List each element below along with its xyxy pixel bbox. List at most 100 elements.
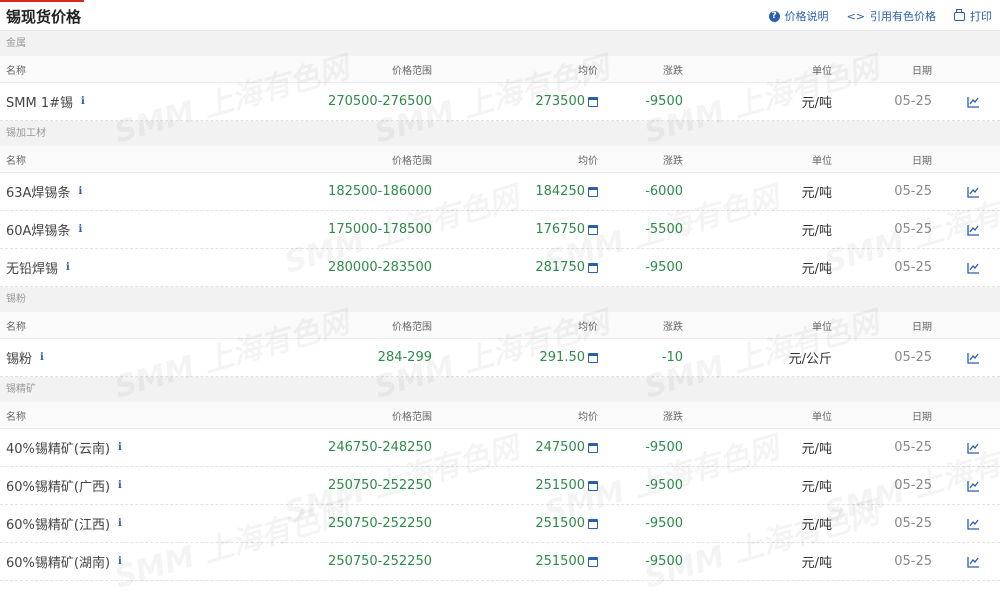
price-unit: 元/吨 — [801, 518, 832, 533]
calendar-icon[interactable] — [588, 186, 598, 197]
price-date: 05-25 — [894, 554, 932, 569]
price-range: 270500-276500 — [328, 94, 432, 109]
column-unit-header: 单位 — [812, 155, 832, 167]
price-change: -10 — [661, 350, 683, 365]
trend-chart-icon[interactable] — [967, 467, 980, 504]
price-date: 05-25 — [894, 516, 932, 531]
price-unit: 元/吨 — [801, 186, 832, 201]
trend-chart-icon[interactable] — [967, 249, 980, 286]
price-date: 05-25 — [894, 222, 932, 237]
table-row: 无铅焊锡 i 280000-283500 281750 -9500 元/吨 05-25 — [0, 249, 1000, 287]
price-date: 05-25 — [894, 184, 932, 199]
column-header-row: 名称 价格范围 均价 涨跌 单位 日期 — [0, 146, 1000, 173]
column-date-header: 日期 — [912, 155, 932, 167]
product-name: 锡粉 — [6, 352, 33, 367]
price-unit: 元/吨 — [801, 224, 832, 239]
product-name: 无铅焊锡 — [6, 262, 59, 277]
cite-price-link[interactable]: <> 引用有色价格 — [847, 8, 936, 24]
average-price-cell: 184250 — [535, 173, 598, 210]
column-date-header: 日期 — [912, 321, 932, 333]
price-range: 250750-252250 — [328, 554, 432, 569]
average-price: 291.50 — [539, 350, 586, 365]
average-price: 184250 — [535, 184, 585, 199]
print-link[interactable]: 打印 — [954, 8, 992, 24]
product-name-cell: 60%锡精矿(江西) i — [6, 505, 122, 542]
info-icon[interactable]: i — [78, 186, 82, 197]
title-accent-bar — [0, 0, 84, 2]
price-date: 05-25 — [894, 478, 932, 493]
average-price: 251500 — [535, 554, 585, 569]
price-change: -9500 — [645, 260, 683, 275]
info-icon[interactable]: i — [66, 262, 70, 273]
column-date-header: 日期 — [912, 411, 932, 423]
price-unit: 元/吨 — [801, 556, 832, 571]
calendar-icon[interactable] — [588, 442, 598, 453]
column-unit-header: 单位 — [812, 411, 832, 423]
product-name: 60A焊锡条 — [6, 224, 71, 239]
calendar-icon[interactable] — [588, 518, 598, 529]
calendar-icon[interactable] — [588, 96, 598, 107]
trend-chart-icon[interactable] — [967, 339, 980, 376]
price-explanation-link[interactable]: ? 价格说明 — [768, 8, 829, 24]
trend-chart-icon[interactable] — [967, 505, 980, 542]
header-actions: ? 价格说明 <> 引用有色价格 打印 — [768, 8, 992, 24]
trend-chart-icon[interactable] — [967, 543, 980, 580]
price-range: 182500-186000 — [328, 184, 432, 199]
price-unit: 元/吨 — [801, 480, 832, 495]
info-icon[interactable]: i — [40, 352, 44, 363]
average-price: 273500 — [535, 94, 585, 109]
table-row: 63A焊锡条 i 182500-186000 184250 -6000 元/吨 05-25 — [0, 173, 1000, 211]
average-price: 251500 — [535, 516, 585, 531]
product-name: 60%锡精矿(湖南) — [6, 556, 111, 571]
average-price-cell: 273500 — [535, 83, 598, 120]
product-name-cell: 60%锡精矿(广西) i — [6, 467, 122, 504]
table-row: 40%锡精矿(云南) i 246750-248250 247500 -9500 元/吨 05… — [0, 429, 1000, 467]
calendar-icon[interactable] — [588, 262, 598, 273]
code-brackets-icon: <> — [846, 9, 865, 23]
calendar-icon[interactable] — [588, 352, 598, 363]
average-price: 176750 — [535, 222, 585, 237]
trend-chart-icon[interactable] — [967, 211, 980, 248]
average-price: 281750 — [535, 260, 585, 275]
price-table: 金属 名称 价格范围 均价 涨跌 单位 日期 SMM 1#锡 i 270500-276500 273… — [0, 31, 1000, 581]
column-change-header: 涨跌 — [663, 155, 683, 167]
average-price-cell: 176750 — [535, 211, 598, 248]
table-row: 60A焊锡条 i 175000-178500 176750 -5500 元/吨 05-25 — [0, 211, 1000, 249]
price-unit: 元/吨 — [801, 262, 832, 277]
column-name-header: 名称 — [6, 155, 26, 167]
info-icon[interactable]: i — [81, 96, 85, 107]
price-range: 250750-252250 — [328, 516, 432, 531]
average-price: 251500 — [535, 478, 585, 493]
average-price-cell: 281750 — [535, 249, 598, 286]
info-icon[interactable]: i — [118, 518, 122, 529]
info-icon[interactable]: i — [78, 224, 82, 235]
price-date: 05-25 — [894, 94, 932, 109]
calendar-icon[interactable] — [588, 480, 598, 491]
product-name: 40%锡精矿(云南) — [6, 442, 111, 457]
average-price-cell: 251500 — [535, 467, 598, 504]
calendar-icon[interactable] — [588, 224, 598, 235]
price-date: 05-25 — [894, 440, 932, 455]
price-range: 284-299 — [377, 350, 432, 365]
table-row: 60%锡精矿(广西) i 250750-252250 251500 -9500 元/吨 05… — [0, 467, 1000, 505]
price-change: -9500 — [645, 554, 683, 569]
price-unit: 元/吨 — [801, 442, 832, 457]
price-range: 175000-178500 — [328, 222, 432, 237]
trend-chart-icon[interactable] — [967, 83, 980, 120]
info-icon[interactable]: i — [118, 442, 122, 453]
info-icon[interactable]: i — [118, 480, 122, 491]
trend-chart-icon[interactable] — [967, 429, 980, 466]
page-title: 锡现货价格 — [6, 8, 82, 26]
product-name: SMM 1#锡 — [6, 96, 73, 111]
info-icon[interactable]: i — [118, 556, 122, 567]
column-name-header: 名称 — [6, 65, 26, 77]
product-name: 63A焊锡条 — [6, 186, 71, 201]
column-range-header: 价格范围 — [392, 65, 432, 77]
product-name: 60%锡精矿(江西) — [6, 518, 111, 533]
calendar-icon[interactable] — [588, 556, 598, 567]
column-unit-header: 单位 — [812, 321, 832, 333]
trend-chart-icon[interactable] — [967, 173, 980, 210]
column-range-header: 价格范围 — [392, 411, 432, 423]
average-price-cell: 251500 — [535, 505, 598, 542]
price-date: 05-25 — [894, 350, 932, 365]
